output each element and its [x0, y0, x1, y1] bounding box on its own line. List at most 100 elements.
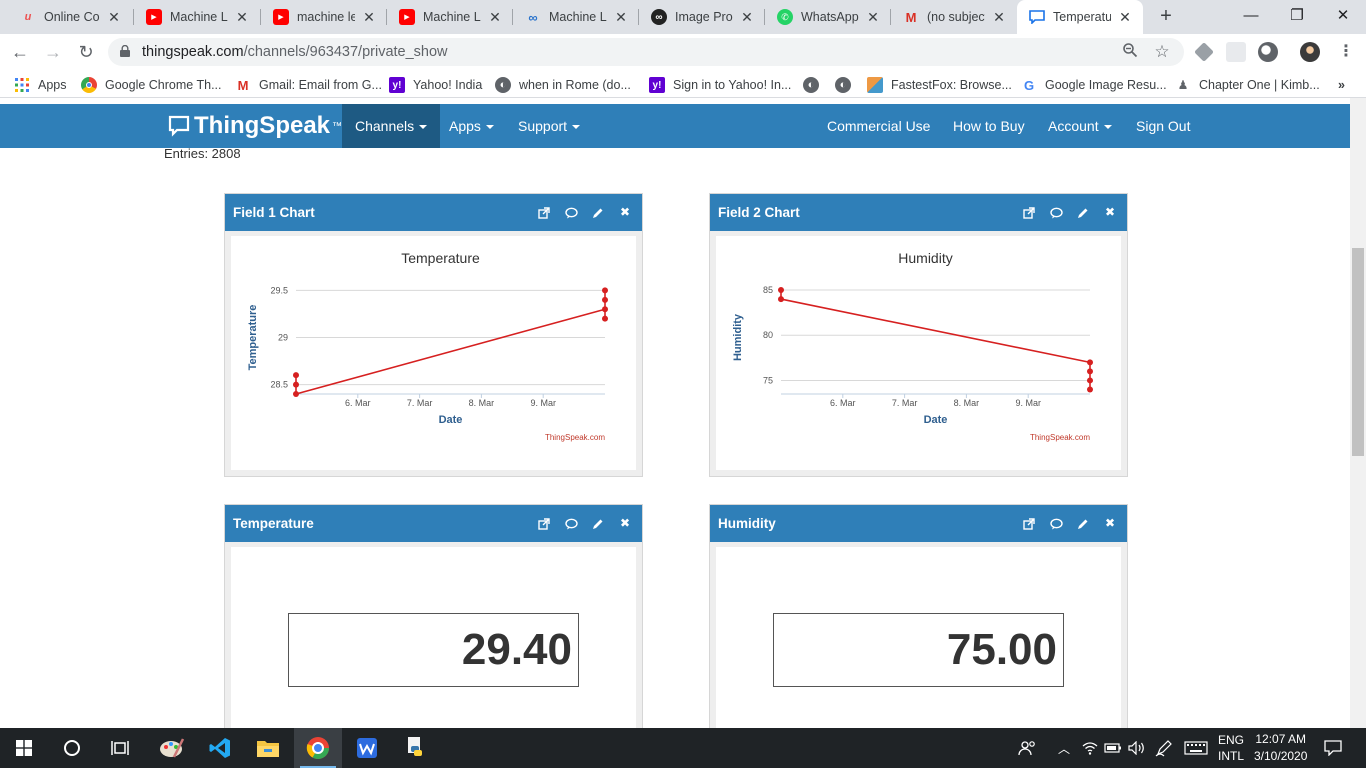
close-icon[interactable]: ✖	[618, 205, 632, 220]
show-hidden-icons-chevron-icon[interactable]: ︿	[1058, 728, 1070, 768]
nav-channels[interactable]: Channels	[342, 104, 441, 148]
minimize-button[interactable]: —	[1228, 0, 1274, 34]
language-indicator[interactable]: ENG INTL	[1218, 728, 1244, 768]
close-icon[interactable]: ✕	[613, 9, 629, 26]
extension-icon[interactable]	[1226, 42, 1246, 62]
bookmark-google-chrome[interactable]: Google Chrome Th...	[81, 76, 222, 94]
wifi-icon[interactable]	[1082, 728, 1098, 768]
tab-online-courses[interactable]: u Online Cou ✕	[8, 0, 132, 34]
cortana-icon[interactable]	[48, 728, 96, 768]
data-point	[602, 287, 608, 294]
nav-commercial-use[interactable]: Commercial Use	[814, 104, 943, 148]
close-icon[interactable]: ✖	[618, 516, 632, 531]
wps-icon[interactable]	[343, 728, 391, 768]
restore-button[interactable]: ❐	[1274, 0, 1320, 34]
vertical-scrollbar[interactable]	[1350, 98, 1366, 728]
bookmark-chapter-one[interactable]: ♟ Chapter One | Kimb...	[1175, 76, 1320, 94]
pencil-icon[interactable]	[591, 206, 605, 220]
comment-icon[interactable]	[564, 206, 578, 220]
close-icon[interactable]: ✕	[487, 9, 503, 26]
close-icon[interactable]: ✕	[106, 9, 122, 26]
google-icon: G	[1023, 77, 1035, 93]
bookmark-google-image[interactable]: G Google Image Resu...	[1021, 76, 1167, 94]
notifications-icon[interactable]	[1324, 728, 1342, 768]
scrollbar-thumb[interactable]	[1352, 248, 1364, 456]
external-link-icon[interactable]	[1022, 517, 1036, 531]
comment-icon[interactable]	[564, 517, 578, 531]
volume-icon[interactable]	[1128, 728, 1146, 768]
bookmark-gmail[interactable]: M Gmail: Email from G...	[235, 76, 382, 94]
clock[interactable]: 12:07 AM 3/10/2020	[1254, 728, 1307, 768]
tab-machine-learning-3[interactable]: ▶ Machine Le ✕	[387, 0, 513, 34]
chrome-taskbar-icon[interactable]	[294, 728, 342, 768]
windows-start-icon[interactable]	[0, 728, 48, 768]
new-tab-button[interactable]: +	[1154, 5, 1178, 29]
file-explorer-icon[interactable]	[244, 728, 292, 768]
tab-machine-learning-2[interactable]: ▶ machine lea ✕	[261, 0, 387, 34]
close-icon[interactable]: ✖	[1103, 205, 1117, 220]
panel-header: Field 1 Chart ✖	[225, 194, 642, 231]
windows-taskbar: ︿ ENG INTL 12:07 AM 3/10/2020	[0, 728, 1366, 768]
close-icon[interactable]: ✕	[739, 9, 755, 26]
battery-icon[interactable]	[1104, 728, 1122, 768]
bookmark-when-in-rome[interactable]: ◐ when in Rome (do...	[495, 76, 631, 94]
external-link-icon[interactable]	[1022, 206, 1036, 220]
more-bookmarks-button[interactable]: »	[1338, 76, 1345, 94]
comment-icon[interactable]	[1049, 517, 1063, 531]
bookmark-fastestfox[interactable]: FastestFox: Browse...	[867, 76, 1012, 94]
tab-temperature[interactable]: Temperatur ✕	[1017, 0, 1143, 34]
pencil-icon[interactable]	[1076, 517, 1090, 531]
close-window-button[interactable]: ✕	[1320, 0, 1366, 34]
zoom-icon[interactable]	[1120, 42, 1140, 62]
extension-cube-icon[interactable]	[1194, 42, 1214, 62]
forward-button[interactable]: →	[41, 40, 65, 64]
pencil-icon[interactable]	[1076, 206, 1090, 220]
bookmark-star-icon[interactable]: ☆	[1152, 42, 1172, 62]
extension-circle-icon[interactable]	[1258, 42, 1278, 62]
tab-gmail[interactable]: M (no subject ✕	[891, 0, 1017, 34]
close-icon[interactable]: ✕	[361, 9, 377, 26]
nav-support[interactable]: Support	[505, 104, 593, 148]
bookmark-yahoo-india[interactable]: y! Yahoo! India	[389, 76, 482, 94]
data-point	[293, 381, 299, 388]
external-link-icon[interactable]	[537, 517, 551, 531]
tab-image-processing[interactable]: ∞ Image Proc ✕	[639, 0, 765, 34]
close-icon[interactable]: ✕	[234, 9, 250, 26]
task-view-icon[interactable]	[96, 728, 144, 768]
nav-how-to-buy[interactable]: How to Buy	[940, 104, 1038, 148]
panel-title: Humidity	[718, 516, 776, 531]
back-button[interactable]: ←	[8, 40, 32, 64]
bookmark-globe-2[interactable]: ◐	[835, 76, 859, 94]
thingspeak-logo[interactable]: ThingSpeak ™	[168, 112, 342, 140]
keyboard-icon[interactable]	[1184, 728, 1208, 768]
pencil-icon[interactable]	[591, 517, 605, 531]
close-icon[interactable]: ✖	[1103, 516, 1117, 531]
tab-machine-learning-1[interactable]: ▶ Machine Le ✕	[134, 0, 260, 34]
pen-ink-icon[interactable]	[1155, 728, 1173, 768]
reload-button[interactable]: ↻	[74, 40, 98, 64]
data-point	[602, 306, 608, 313]
menu-kebab-icon[interactable]: ⋮	[1334, 40, 1358, 64]
external-link-icon[interactable]	[537, 206, 551, 220]
paint-icon[interactable]	[148, 728, 196, 768]
close-icon[interactable]: ✕	[991, 9, 1007, 26]
nav-apps[interactable]: Apps	[436, 104, 507, 148]
python-idle-icon[interactable]	[391, 728, 439, 768]
people-icon[interactable]	[1018, 728, 1038, 768]
youtube-icon: ▶	[146, 9, 162, 25]
bookmark-globe-1[interactable]: ◐	[803, 76, 827, 94]
address-bar[interactable]: thingspeak.com/channels/963437/private_s…	[108, 38, 1184, 66]
bookmark-apps[interactable]: Apps	[14, 76, 67, 94]
profile-avatar[interactable]	[1300, 42, 1320, 62]
data-point	[1087, 368, 1093, 375]
close-icon[interactable]: ✕	[865, 9, 881, 26]
nav-account[interactable]: Account	[1035, 104, 1125, 148]
tab-machine-learning-coursera[interactable]: ∞ Machine Le ✕	[513, 0, 639, 34]
x-tick-label: 8. Mar	[954, 398, 980, 408]
vscode-icon[interactable]	[196, 728, 244, 768]
nav-sign-out[interactable]: Sign Out	[1123, 104, 1203, 148]
close-icon[interactable]: ✕	[1117, 9, 1133, 26]
comment-icon[interactable]	[1049, 206, 1063, 220]
bookmark-sign-in-yahoo[interactable]: y! Sign in to Yahoo! In...	[649, 76, 791, 94]
tab-whatsapp[interactable]: ✆ WhatsApp ✕	[765, 0, 891, 34]
